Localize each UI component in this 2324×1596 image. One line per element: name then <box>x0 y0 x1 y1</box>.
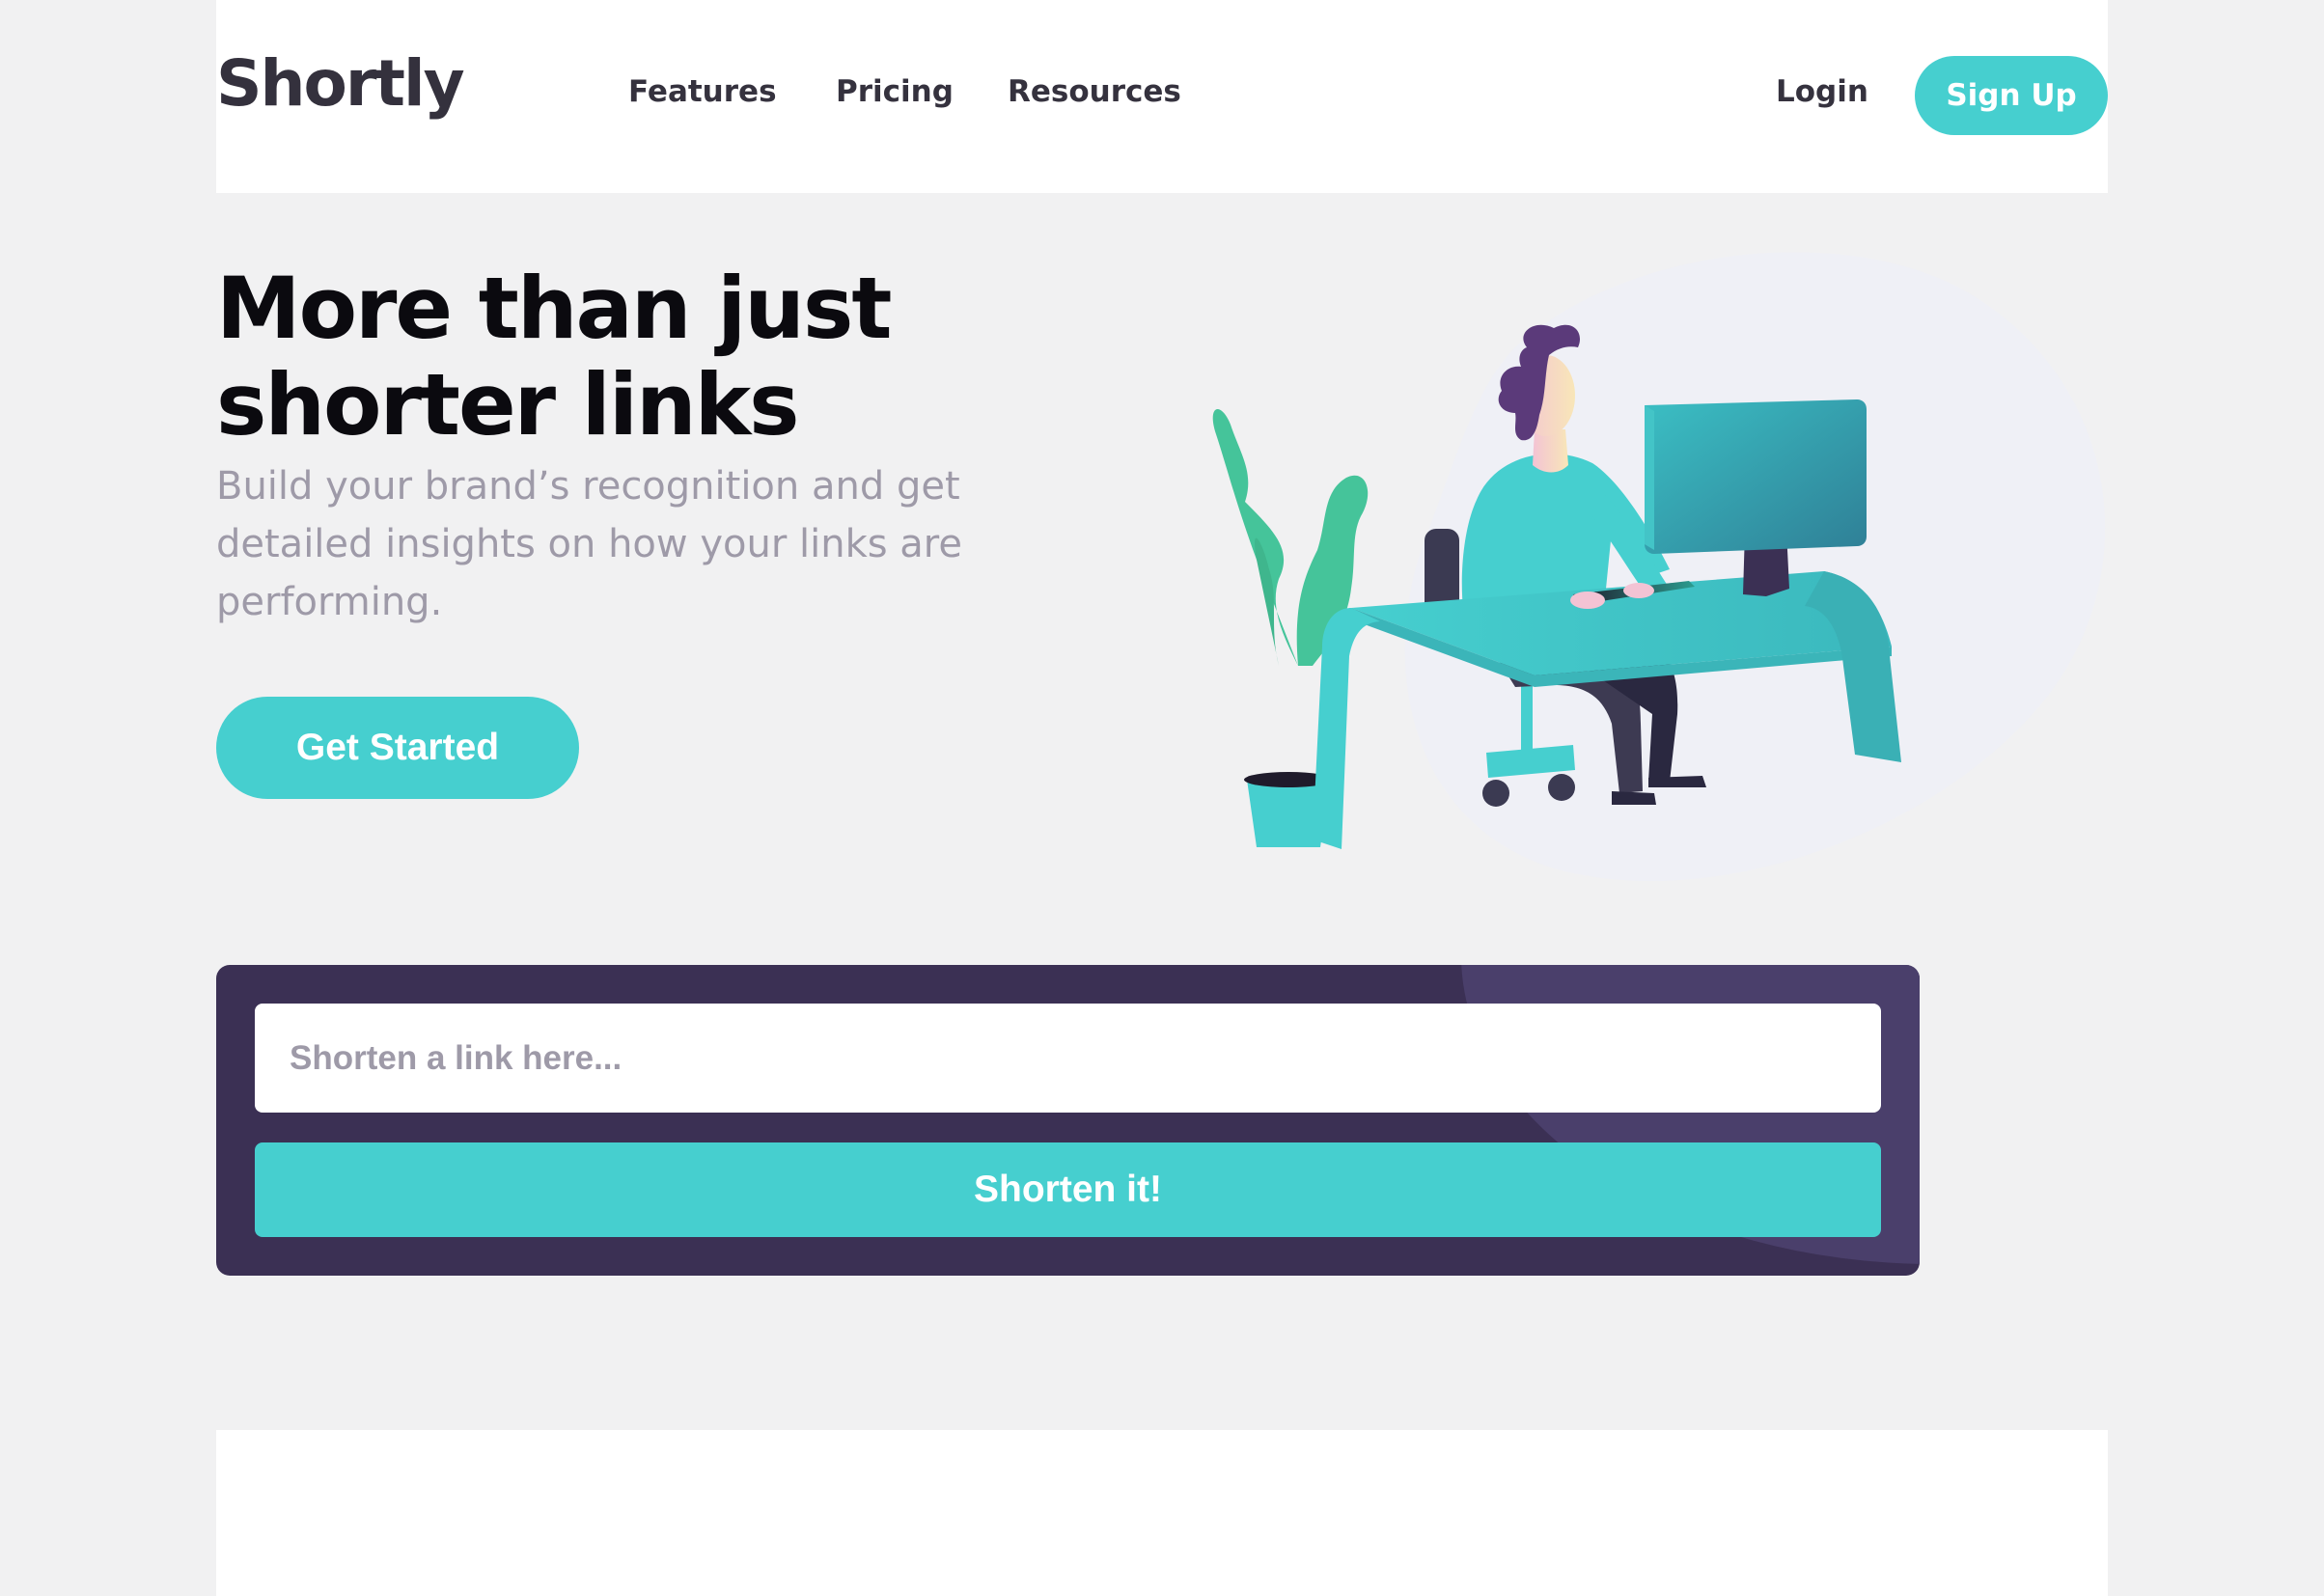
person-hand <box>1570 592 1605 609</box>
hero-title: More than just shorter links <box>216 259 892 454</box>
person-neck <box>1533 429 1568 473</box>
login-link[interactable]: Login <box>1776 77 1868 107</box>
desk-left-leg <box>1313 608 1380 849</box>
person-shoe <box>1648 776 1706 787</box>
monitor-side <box>1645 405 1654 550</box>
chair-post <box>1521 675 1533 753</box>
signup-button[interactable]: Sign Up <box>1915 56 2108 135</box>
nav-resources-link[interactable]: Resources <box>1008 77 1181 107</box>
shorten-form: Shorten it! <box>216 965 1920 1276</box>
shorten-button[interactable]: Shorten it! <box>255 1142 1881 1237</box>
statistics-section <box>216 1430 2108 1596</box>
person-shoe <box>1612 791 1656 805</box>
nav-features-link[interactable]: Features <box>628 77 777 107</box>
nav-pricing-link[interactable]: Pricing <box>836 77 954 107</box>
site-header: Shortly Features Pricing Resources Login… <box>216 0 2108 193</box>
plant-leaf <box>1212 408 1298 666</box>
hero-subtitle: Build your brand’s recognition and get d… <box>216 464 962 624</box>
person-hand <box>1623 583 1654 598</box>
monitor-screen <box>1645 399 1867 554</box>
logo[interactable]: Shortly <box>216 52 465 116</box>
chair-wheel <box>1482 780 1509 807</box>
shorten-link-input[interactable] <box>255 1004 1881 1113</box>
chair-wheel <box>1548 774 1575 801</box>
person-working-illustration <box>1187 241 2152 917</box>
get-started-button[interactable]: Get Started <box>216 697 579 799</box>
